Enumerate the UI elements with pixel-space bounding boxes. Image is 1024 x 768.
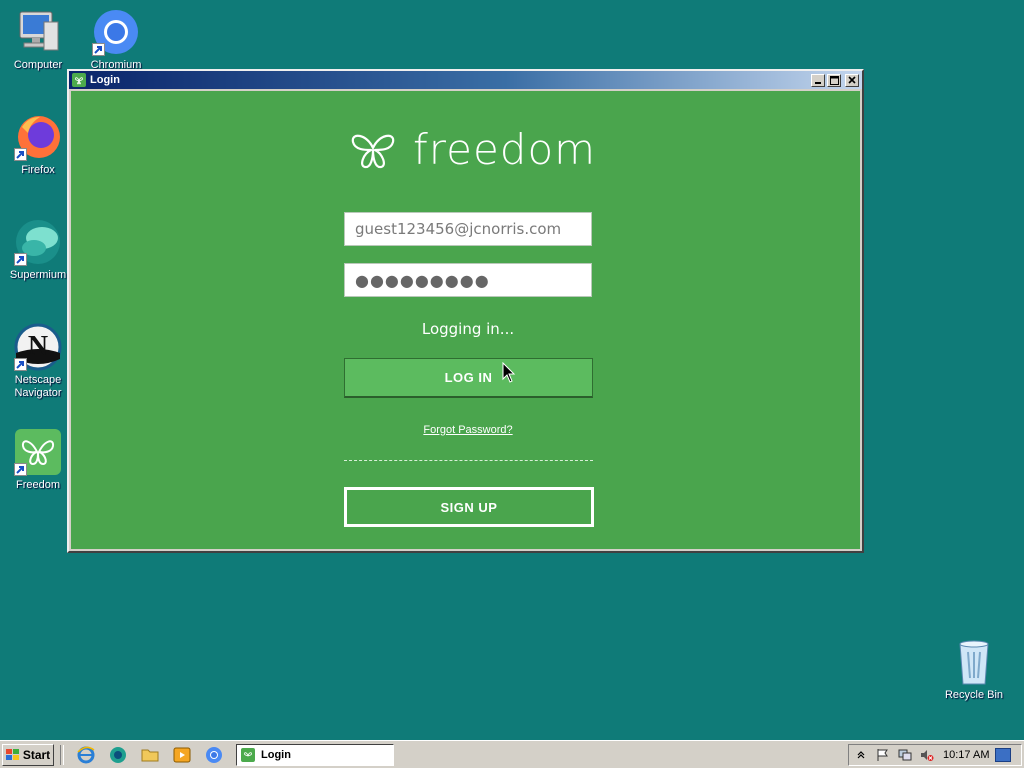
- mouse-cursor-icon: [502, 362, 516, 383]
- close-icon: [848, 76, 856, 84]
- chromium-icon[interactable]: [203, 744, 225, 766]
- shortcut-arrow-icon: [14, 148, 27, 161]
- signup-button[interactable]: SIGN UP: [344, 487, 594, 527]
- system-tray: 10:17 AM: [848, 744, 1022, 766]
- password-field[interactable]: ●●●●●●●●●: [344, 263, 592, 297]
- shortcut-arrow-icon: [92, 43, 105, 56]
- email-value: guest123456@jcnorris.com: [355, 220, 562, 238]
- close-button[interactable]: [845, 73, 859, 87]
- email-field[interactable]: guest123456@jcnorris.com: [344, 212, 592, 246]
- shortcut-arrow-icon: [14, 358, 27, 371]
- action-center-flag-icon[interactable]: [875, 747, 891, 763]
- minimize-icon: [815, 82, 821, 84]
- desktop-icon-supermium[interactable]: Supermium: [0, 218, 76, 282]
- freedom-app-icon: [241, 747, 255, 762]
- login-panel: freedom guest123456@jcnorris.com ●●●●●●●…: [71, 91, 860, 549]
- taskbar-button-login[interactable]: Login: [236, 743, 394, 766]
- tray-expand-icon[interactable]: [853, 747, 869, 763]
- volume-muted-icon[interactable]: [919, 747, 935, 763]
- player-icon[interactable]: [171, 744, 193, 766]
- title-bar[interactable]: Login: [69, 71, 862, 89]
- maximize-icon: [829, 75, 839, 85]
- desktop-icon-label: Supermium: [9, 269, 67, 281]
- netscape-icon: N: [14, 323, 62, 371]
- forgot-password-link[interactable]: Forgot Password?: [344, 424, 592, 436]
- login-window: Login freedom guest123456@jcnorris.com ●…: [67, 69, 864, 553]
- maximize-button[interactable]: [827, 73, 841, 87]
- shortcut-arrow-icon: [14, 463, 27, 476]
- minimize-button[interactable]: [811, 73, 825, 87]
- desktop-icon-recycle-bin[interactable]: Recycle Bin: [936, 638, 1012, 702]
- freedom-app-icon: [72, 73, 86, 87]
- chromium-icon: [92, 8, 140, 56]
- windows-flag-icon: [5, 748, 19, 760]
- svg-text:N: N: [28, 331, 48, 362]
- freedom-logo: freedom: [347, 125, 596, 174]
- desktop-icon-label: Computer: [13, 59, 63, 71]
- taskbar-button-label: Login: [261, 748, 291, 761]
- desktop-icon-firefox[interactable]: Firefox: [0, 113, 76, 177]
- butterfly-icon: [351, 134, 395, 168]
- divider: [344, 460, 593, 461]
- recycle-bin-icon: [950, 638, 998, 686]
- desktop-icon-label: Firefox: [21, 164, 55, 176]
- desktop-icon-computer[interactable]: Computer: [0, 8, 76, 72]
- desktop-icon-chromium[interactable]: Chromium: [78, 8, 154, 72]
- status-text: Logging in...: [421, 320, 515, 338]
- quick-launch-separator: [60, 744, 64, 765]
- media-icon[interactable]: [107, 744, 129, 766]
- desktop-icon-label: Freedom: [15, 479, 61, 491]
- logo-wordmark: freedom: [413, 125, 597, 174]
- shortcut-arrow-icon: [14, 253, 27, 266]
- show-desktop-button[interactable]: [995, 748, 1012, 762]
- clock[interactable]: 10:17 AM: [943, 749, 989, 761]
- desktop-icon-netscape[interactable]: N Netscape Navigator: [0, 323, 76, 400]
- ie-icon[interactable]: [75, 744, 97, 766]
- supermium-icon: [14, 218, 62, 266]
- computer-icon: [14, 8, 62, 56]
- start-label: Start: [22, 747, 51, 762]
- firefox-icon: [14, 113, 62, 161]
- login-button[interactable]: LOG IN: [344, 358, 593, 398]
- desktop-icon-freedom[interactable]: Freedom: [0, 428, 76, 492]
- window-title: Login: [90, 74, 120, 86]
- password-value: ●●●●●●●●●: [355, 270, 490, 290]
- freedom-icon: [14, 428, 62, 476]
- network-icon[interactable]: [897, 747, 913, 763]
- desktop-icon-label: Recycle Bin: [944, 689, 1004, 701]
- folder-icon[interactable]: [139, 744, 161, 766]
- desktop-icon-label: Netscape Navigator: [14, 374, 62, 399]
- start-button[interactable]: Start: [2, 743, 54, 766]
- taskbar: Start Login 10:17 AM: [0, 740, 1024, 768]
